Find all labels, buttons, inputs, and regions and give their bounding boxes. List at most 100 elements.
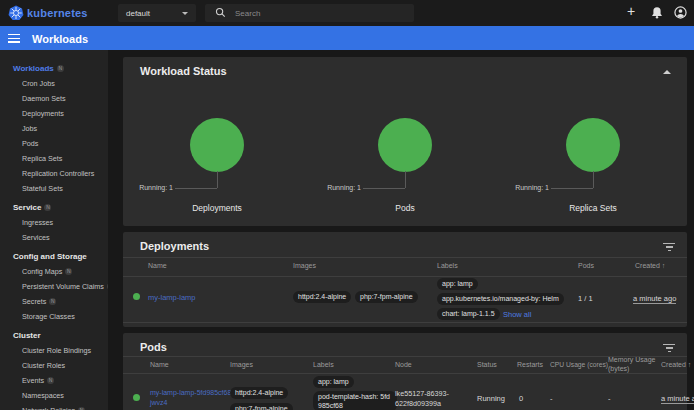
sidebar-item-service[interactable]: ServiceN xyxy=(0,200,108,215)
legend-connector xyxy=(363,188,405,189)
sidebar-item-services[interactable]: Services xyxy=(0,230,108,245)
kubernetes-logo-icon[interactable] xyxy=(8,5,24,21)
legend-connector xyxy=(593,171,594,188)
sidebar-item-storage-classes[interactable]: Storage Classes xyxy=(0,309,108,324)
pods-card: Pods Name Images Labels Node Status Rest… xyxy=(123,333,687,410)
workload-status-title: Workload Status xyxy=(140,65,227,77)
replica-sets-pie-chart xyxy=(566,118,620,172)
main-content: Workload Status Running: 1 Deployments R… xyxy=(108,50,694,410)
namespaced-badge: N xyxy=(57,65,64,72)
column-header-pods: Pods xyxy=(578,262,594,269)
sidebar-item-namespaces[interactable]: Namespaces xyxy=(0,388,108,403)
sidebar-item-config-and-storage[interactable]: Config and Storage xyxy=(0,249,108,264)
sidebar-item-stateful-sets[interactable]: Stateful Sets xyxy=(0,181,108,196)
image-chip: php:7-fpm-alpine xyxy=(230,403,293,410)
deployments-pie-chart xyxy=(190,118,244,172)
sidebar-item-replica-sets[interactable]: Replica Sets xyxy=(0,151,108,166)
menu-hamburger-icon[interactable] xyxy=(8,34,20,43)
sidebar-item-workloads[interactable]: WorkloadsN xyxy=(0,61,108,76)
sort-arrow-icon: ↑ xyxy=(688,361,692,368)
legend-label: Running: 1 xyxy=(301,184,361,191)
sidebar-item-cluster-role-bindings[interactable]: Cluster Role Bindings xyxy=(0,343,108,358)
created-ago: a minute ago xyxy=(633,294,676,304)
column-header-created[interactable]: Created ↑ xyxy=(635,262,665,269)
chart-name: Replica Sets xyxy=(533,203,653,213)
column-header-labels: Labels xyxy=(313,361,334,368)
restarts-count: 0 xyxy=(519,394,523,403)
divider xyxy=(123,257,687,258)
status-ok-icon xyxy=(133,394,140,401)
sidebar-item-events[interactable]: EventsN xyxy=(0,373,108,388)
label-chip: app: lamp xyxy=(437,278,478,290)
chevron-down-icon xyxy=(182,12,188,15)
namespaced-badge: N xyxy=(65,268,72,275)
user-avatar-icon[interactable] xyxy=(674,6,687,19)
namespaced-badge: N xyxy=(47,377,54,384)
sidebar-item-replication-controllers[interactable]: Replication Controllers xyxy=(0,166,108,181)
legend-connector xyxy=(217,171,218,188)
sort-arrow-icon: ↑ xyxy=(662,262,666,269)
legend-connector xyxy=(175,188,217,189)
workload-status-card: Workload Status Running: 1 Deployments R… xyxy=(123,57,687,226)
namespace-value: default xyxy=(126,9,150,18)
sidebar-nav: WorkloadsN Cron Jobs Daemon Sets Deploym… xyxy=(0,50,108,410)
sidebar-item-cluster[interactable]: Cluster xyxy=(0,328,108,343)
filter-icon[interactable] xyxy=(663,243,675,252)
legend-label: Running: 1 xyxy=(489,184,549,191)
kubernetes-dashboard: kubernetes default Search + Workloads xyxy=(0,0,694,410)
sidebar-item-ingresses[interactable]: Ingresses xyxy=(0,215,108,230)
show-all-link[interactable]: Show all xyxy=(503,310,531,319)
column-header-name[interactable]: Name xyxy=(148,262,167,269)
brand-text[interactable]: kubernetes xyxy=(27,7,88,19)
column-header-restarts: Restarts xyxy=(517,361,543,368)
chart-name: Deployments xyxy=(157,203,277,213)
filter-icon[interactable] xyxy=(663,344,675,353)
column-header-name[interactable]: Name xyxy=(150,361,169,368)
sidebar-item-persistent-volume-claims[interactable]: Persistent Volume ClaimsN xyxy=(0,279,108,294)
sidebar-item-cron-jobs[interactable]: Cron Jobs xyxy=(0,76,108,91)
sidebar-item-secrets[interactable]: SecretsN xyxy=(0,294,108,309)
app-bar: Workloads xyxy=(0,26,694,50)
pods-count: 1 / 1 xyxy=(578,294,593,303)
column-header-memory: Memory Usage (bytes) xyxy=(608,356,662,373)
deployment-name-link[interactable]: my-lamp-lamp xyxy=(148,293,196,302)
image-chip: httpd:2.4-alpine xyxy=(293,291,351,303)
namespaced-badge: N xyxy=(44,204,51,211)
divider xyxy=(123,373,687,374)
sidebar-item-network-policies[interactable]: Network PoliciesN xyxy=(0,403,108,410)
node-name: lke55127-86393-622f8d09399a xyxy=(395,389,452,408)
search-icon xyxy=(215,7,226,18)
top-bar: kubernetes default Search + xyxy=(0,0,694,26)
search-input[interactable]: Search xyxy=(205,4,414,22)
namespace-selector[interactable]: default xyxy=(118,4,196,22)
collapse-arrow-icon[interactable] xyxy=(663,70,671,74)
sidebar-item-deployments[interactable]: Deployments xyxy=(0,106,108,121)
memory-usage: - xyxy=(608,394,611,403)
search-placeholder: Search xyxy=(235,9,260,18)
namespaced-badge: N xyxy=(49,298,56,305)
column-header-created[interactable]: Created ↑ xyxy=(661,361,691,368)
cpu-usage: - xyxy=(550,394,553,403)
column-header-images: Images xyxy=(230,361,253,368)
pod-name-link[interactable]: my-lamp-lamp-5fd985cf68-jwvz4 xyxy=(150,388,235,407)
image-chip: php:7-fpm-alpine xyxy=(355,291,418,303)
pods-title: Pods xyxy=(140,341,167,353)
pod-status: Running xyxy=(477,394,505,403)
column-header-cpu: CPU Usage (cores) xyxy=(550,361,608,368)
notifications-bell-icon[interactable] xyxy=(651,6,663,19)
chart-name: Pods xyxy=(345,203,465,213)
divider xyxy=(123,276,687,277)
label-chip: chart: lamp-1.1.5 xyxy=(437,308,500,320)
label-chip: app: lamp xyxy=(313,376,354,388)
sidebar-item-pods[interactable]: Pods xyxy=(0,136,108,151)
legend-connector xyxy=(551,188,593,189)
divider xyxy=(123,356,687,357)
page-title: Workloads xyxy=(32,33,88,45)
deployments-card: Deployments Name Images Labels Pods Crea… xyxy=(123,232,687,327)
sidebar-item-daemon-sets[interactable]: Daemon Sets xyxy=(0,91,108,106)
sidebar-item-config-maps[interactable]: Config MapsN xyxy=(0,264,108,279)
create-plus-icon[interactable]: + xyxy=(627,3,635,19)
column-header-status: Status xyxy=(477,361,497,368)
sidebar-item-jobs[interactable]: Jobs xyxy=(0,121,108,136)
sidebar-item-cluster-roles[interactable]: Cluster Roles xyxy=(0,358,108,373)
